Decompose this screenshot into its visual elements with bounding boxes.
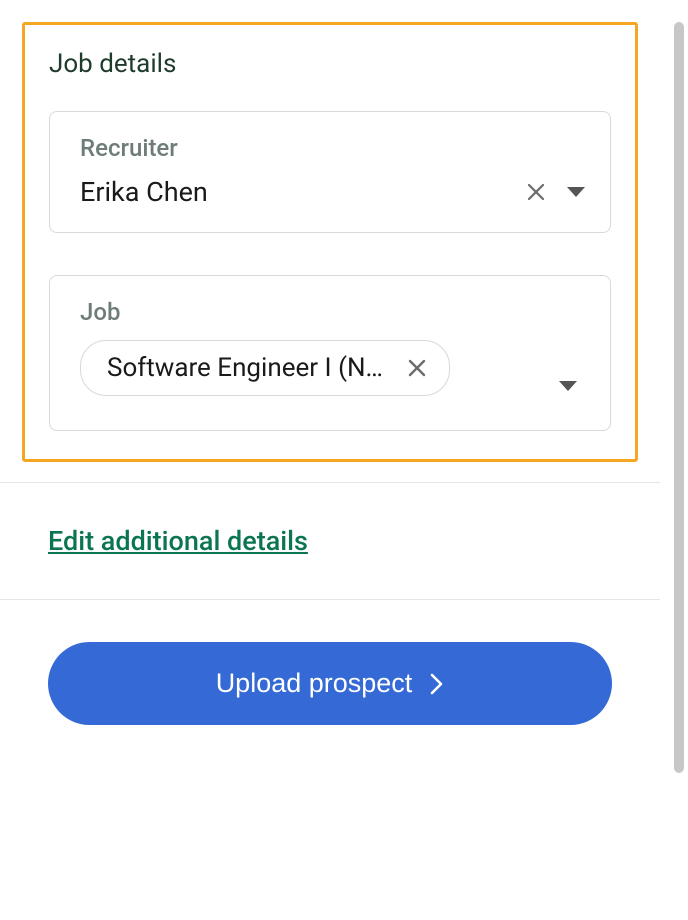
section-title: Job details: [49, 49, 611, 79]
clear-recruiter-icon[interactable]: [526, 182, 546, 202]
recruiter-label: Recruiter: [80, 134, 586, 162]
upload-prospect-button[interactable]: Upload prospect: [48, 642, 612, 725]
job-chip: Software Engineer I (N…: [80, 340, 450, 396]
edit-additional-details-link[interactable]: Edit additional details: [48, 525, 308, 557]
recruiter-field[interactable]: Recruiter Erika Chen: [49, 111, 611, 233]
clear-job-icon[interactable]: [405, 356, 429, 380]
chevron-down-icon[interactable]: [558, 376, 578, 396]
chevron-down-icon[interactable]: [566, 182, 586, 202]
scrollbar[interactable]: [674, 22, 684, 773]
chevron-right-icon: [430, 672, 444, 696]
recruiter-value: Erika Chen: [80, 176, 208, 208]
job-field[interactable]: Job Software Engineer I (N…: [49, 275, 611, 431]
upload-button-label: Upload prospect: [216, 668, 413, 699]
job-label: Job: [80, 298, 586, 326]
job-details-section: Job details Recruiter Erika Chen Job: [22, 22, 638, 462]
job-chip-text: Software Engineer I (N…: [107, 353, 383, 383]
